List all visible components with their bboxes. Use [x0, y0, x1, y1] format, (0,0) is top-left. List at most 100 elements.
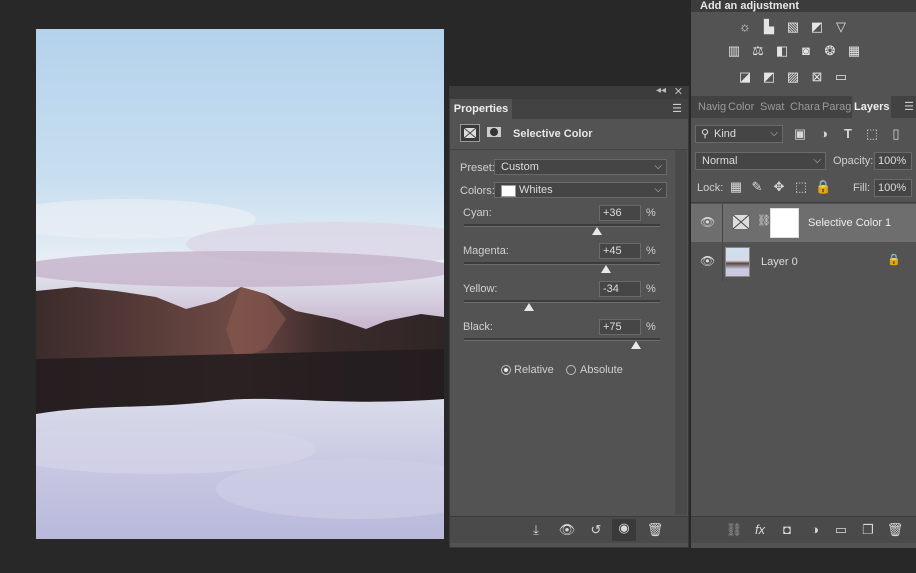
divider [450, 149, 688, 150]
slider-label: Cyan: [463, 207, 492, 219]
new-adjustment-icon[interactable]: ◑ [806, 521, 824, 539]
adjustment-title: Selective Color [513, 128, 593, 140]
filter-shape-icon[interactable]: ⬚ [863, 125, 881, 143]
panel-menu-icon[interactable]: ☰ [672, 102, 682, 115]
slider-track[interactable] [464, 262, 660, 265]
add-mask-icon[interactable]: ◘ [778, 521, 796, 539]
slider-thumb[interactable] [601, 265, 612, 273]
gradient-map-icon[interactable]: ▭ [832, 68, 850, 86]
slider-label: Magenta: [463, 245, 509, 257]
tab-swat[interactable]: Swat [760, 96, 784, 118]
black-white-icon[interactable]: ◧ [773, 42, 791, 60]
lock-icon: 🔒 [887, 254, 901, 266]
tab-chara[interactable]: Chara [790, 96, 820, 118]
color-balance-icon[interactable]: ⚖ [749, 42, 767, 60]
preset-value: Custom [501, 161, 539, 173]
layers-bottom-bar: ⛓ fx ◘ ◑ ▭ ❐ 🗑 [691, 516, 916, 543]
tab-parag[interactable]: Parag [822, 96, 851, 118]
opacity-field[interactable]: 100% [874, 152, 912, 170]
properties-scrollbar[interactable] [675, 150, 687, 515]
absolute-radio[interactable] [566, 365, 576, 375]
layer-name[interactable]: Layer 0 [761, 256, 798, 268]
blend-mode-select[interactable]: Normal ⌵ [695, 152, 826, 170]
brightness-icon[interactable]: ☼ [736, 18, 754, 36]
filter-type-icon[interactable]: T [839, 125, 857, 143]
preset-select[interactable]: Custom ⌵ [494, 159, 667, 175]
eye-icon[interactable]: 👁 [700, 254, 715, 268]
search-icon: ⚲ [701, 128, 710, 140]
layer-row-selective-color[interactable]: 👁 ⛓ Selective Color 1 [691, 204, 916, 242]
lock-pixels-icon[interactable]: ✎ [749, 178, 765, 196]
tab-layers[interactable]: Layers [852, 96, 892, 118]
preset-label: Preset: [460, 162, 495, 174]
lock-position-icon[interactable]: ✥ [771, 178, 787, 196]
filter-kind-select[interactable]: ⚲ Kind ⌵ [695, 125, 783, 143]
slider-label: Black: [463, 321, 493, 333]
relative-radio[interactable] [501, 365, 511, 375]
slider-label: Yellow: [463, 283, 498, 295]
layer-mask-icon[interactable] [485, 124, 505, 142]
new-group-icon[interactable]: ▭ [832, 521, 850, 539]
invert-icon[interactable]: ◪ [736, 68, 754, 86]
link-layers-icon[interactable]: ⛓ [725, 521, 743, 539]
photo-filter-icon[interactable]: ◙ [797, 42, 815, 60]
trash-icon[interactable]: 🗑 [886, 521, 904, 539]
colors-select[interactable]: Whites ⌵ [494, 182, 667, 198]
channel-mixer-icon[interactable]: ❂ [821, 42, 839, 60]
hue-saturation-icon[interactable]: ▥ [725, 42, 743, 60]
slider-track[interactable] [464, 300, 660, 303]
close-icon[interactable]: ✕ [674, 85, 683, 98]
collapse-icon[interactable]: ◂◂ [656, 85, 666, 96]
fx-icon[interactable]: fx [751, 521, 769, 539]
filter-smart-object-icon[interactable]: ▯ [887, 125, 905, 143]
slider-thumb[interactable] [523, 303, 534, 311]
layer-row-layer-0[interactable]: 👁 Layer 0 🔒 [691, 243, 916, 281]
exposure-icon[interactable]: ◩ [808, 18, 826, 36]
layer-thumbnail[interactable] [725, 247, 750, 277]
fill-field[interactable]: 100% [874, 179, 912, 197]
lock-all-icon[interactable]: 🔒 [815, 178, 831, 196]
toggle-visibility-icon[interactable]: ◉ [612, 519, 636, 541]
slider-value-field[interactable]: +75 [599, 319, 641, 335]
selective-color-icon[interactable]: ⊠ [808, 68, 826, 86]
filter-adjustment-icon[interactable]: ◑ [815, 125, 833, 143]
slider-thumb[interactable] [630, 341, 641, 349]
curves-icon[interactable]: ▧ [784, 18, 802, 36]
posterize-icon[interactable]: ◩ [760, 68, 778, 86]
clip-to-layer-icon[interactable]: ⤓ [526, 521, 546, 539]
slider-value-field[interactable]: +45 [599, 243, 641, 259]
colors-label: Colors: [460, 185, 495, 197]
color-lookup-icon[interactable]: ▦ [845, 42, 863, 60]
chevron-down-icon: ⌵ [770, 128, 778, 139]
vibrance-icon[interactable]: ▽ [832, 18, 850, 36]
lock-artboard-icon[interactable]: ⬚ [793, 178, 809, 196]
panel-menu-icon[interactable]: ☰ [904, 100, 914, 113]
properties-tabbar: Properties ☰ [450, 99, 688, 119]
slider-value-field[interactable]: +36 [599, 205, 641, 221]
tab-navig[interactable]: Navig [698, 96, 726, 118]
tab-color[interactable]: Color [728, 96, 754, 118]
document-canvas[interactable] [36, 29, 444, 539]
view-previous-state-icon[interactable]: 👁 [556, 521, 578, 539]
slider-track[interactable] [464, 224, 660, 227]
panel-titlebar[interactable]: ◂◂ ✕ [450, 85, 688, 99]
trash-icon[interactable]: 🗑 [645, 521, 665, 539]
slider-thumb[interactable] [592, 227, 603, 235]
threshold-icon[interactable]: ▨ [784, 68, 802, 86]
link-icon[interactable]: ⛓ [757, 214, 771, 227]
chevron-down-icon: ⌵ [813, 155, 821, 166]
layers-panel: Navig Color Swat Chara Parag Layers ☰ ⚲ Kind … [691, 96, 916, 548]
filter-kind-value: Kind [714, 128, 737, 140]
lock-transparent-icon[interactable]: ▦ [728, 178, 744, 196]
eye-icon[interactable]: 👁 [700, 215, 715, 229]
layers-tabbar: Navig Color Swat Chara Parag Layers ☰ [691, 96, 916, 118]
reset-icon[interactable]: ↺ [586, 521, 606, 539]
layer-mask-thumbnail[interactable] [770, 208, 799, 238]
levels-icon[interactable]: ▙ [760, 18, 778, 36]
layer-name[interactable]: Selective Color 1 [808, 217, 891, 229]
adjustment-layer-icon[interactable] [460, 124, 480, 142]
tab-properties[interactable]: Properties [450, 99, 512, 119]
slider-value-field[interactable]: -34 [599, 281, 641, 297]
filter-pixel-icon[interactable]: ▣ [791, 125, 809, 143]
new-layer-icon[interactable]: ❐ [859, 521, 877, 539]
